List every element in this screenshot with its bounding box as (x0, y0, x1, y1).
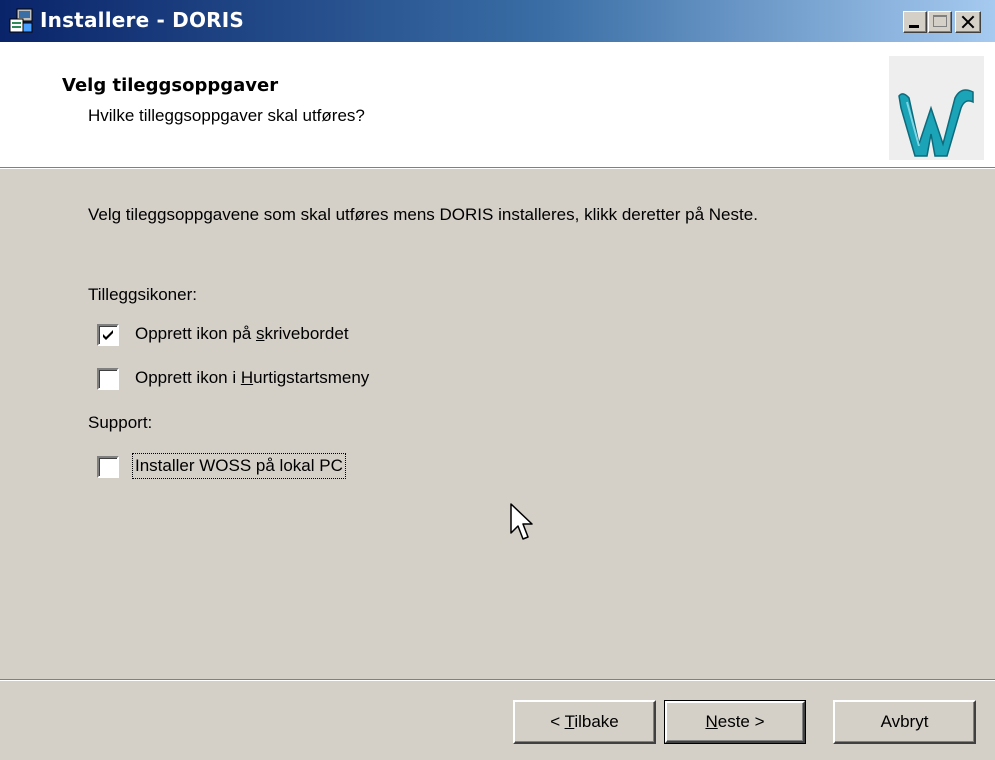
minimize-button[interactable] (903, 11, 927, 33)
close-button[interactable] (955, 11, 981, 33)
wizard-header: Velg tileggsoppgaver Hvilke tilleggsoppg… (0, 42, 995, 167)
installer-window: Installere - DORIS Velg tileggsoppgaver … (0, 0, 995, 760)
maximize-button[interactable] (928, 11, 952, 33)
intro-text: Velg tileggsoppgavene som skal utføres m… (88, 205, 758, 224)
cancel-button[interactable]: Avbryt (833, 700, 976, 744)
installer-icon (9, 8, 33, 33)
checkbox-quicklaunch-icon[interactable] (97, 368, 119, 390)
header-divider (0, 167, 995, 169)
title-bar[interactable]: Installere - DORIS (0, 0, 995, 42)
back-button[interactable]: < Tilbake (513, 700, 656, 744)
group-label-support: Support: (88, 413, 153, 432)
page-title: Velg tileggsoppgaver (62, 75, 279, 96)
checkbox-install-woss[interactable] (97, 456, 119, 478)
footer-divider (0, 679, 995, 681)
option-label: Opprett ikon i Hurtigstartsmeny (135, 368, 370, 387)
page-subtitle: Hvilke tilleggsoppgaver skal utføres? (88, 106, 365, 125)
option-label: Opprett ikon på skrivebordet (135, 324, 349, 343)
mouse-pointer-icon (510, 503, 533, 540)
window-title: Installere - DORIS (40, 8, 245, 32)
checkmark-icon (103, 330, 113, 340)
group-label-icons: Tilleggsikoner: (88, 285, 197, 304)
next-button[interactable]: Neste > (664, 700, 806, 744)
option-label: Installer WOSS på lokal PC (132, 453, 346, 479)
checkbox-desktop-icon[interactable] (97, 324, 119, 346)
w-logo-icon (889, 56, 984, 160)
